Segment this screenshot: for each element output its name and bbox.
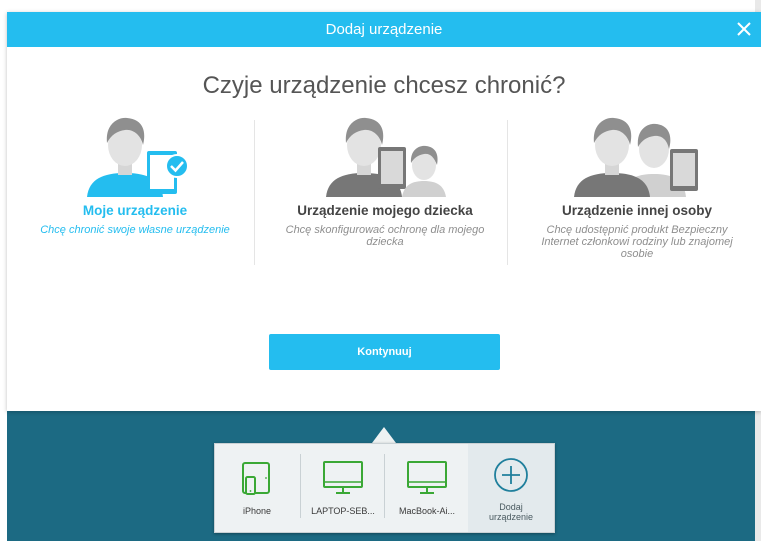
- my-device-illustration: [87, 117, 189, 197]
- option-other-person-device[interactable]: Urządzenie innej osoby Chcę udostępnić p…: [522, 117, 752, 260]
- option-divider: [254, 120, 255, 265]
- tablet-phone-icon: [242, 462, 270, 495]
- add-device-dialog: Dodaj urządzenie Czyje urządzenie chcesz…: [7, 12, 761, 411]
- child-device-illustration: [326, 117, 446, 197]
- option-title: Moje urządzenie: [82, 203, 188, 218]
- monitor-icon: [323, 461, 363, 494]
- close-icon[interactable]: [735, 20, 753, 38]
- device-label: LAPTOP-SEB...: [311, 506, 375, 516]
- option-description: Chcę chronić swoje własne urządzenie: [40, 224, 230, 236]
- monitor-icon: [407, 461, 447, 494]
- add-device-label-line2: urządzenie: [488, 512, 534, 522]
- add-device-label-line1: Dodaj: [499, 502, 523, 512]
- option-child-device[interactable]: Urządzenie mojego dziecka Chcę skonfigur…: [270, 117, 500, 248]
- option-divider: [507, 120, 508, 265]
- device-label: MacBook-Ai...: [398, 506, 456, 516]
- dialog-headline: Czyje urządzenie chcesz chronić?: [202, 72, 566, 99]
- device-tile-laptop[interactable]: LAPTOP-SEB...: [301, 444, 385, 532]
- dialog-header: Dodaj urządzenie: [7, 12, 761, 47]
- device-tile-iphone[interactable]: iPhone: [215, 444, 299, 532]
- option-title: Urządzenie mojego dziecka: [297, 203, 473, 218]
- plus-circle-icon: [494, 458, 528, 492]
- option-description: Chcę udostępnić produkt Bezpieczny Inter…: [541, 224, 733, 260]
- device-label: iPhone: [242, 506, 272, 516]
- device-dock: iPhone LAPTOP-SEB... MacBook-Ai... Dodaj…: [214, 443, 555, 533]
- add-device-label: Dodaj urządzenie: [468, 502, 554, 522]
- option-description: Chcę skonfigurować ochronę dla mojego dz…: [285, 224, 485, 248]
- option-my-device[interactable]: Moje urządzenie Chcę chronić swoje własn…: [20, 117, 250, 236]
- add-device-tile[interactable]: Dodaj urządzenie: [468, 444, 554, 532]
- continue-button[interactable]: Kontynuuj: [269, 334, 500, 370]
- option-title: Urządzenie innej osoby: [561, 203, 713, 218]
- device-tile-macbook[interactable]: MacBook-Ai...: [385, 444, 469, 532]
- dock-pointer: [372, 427, 396, 443]
- dialog-title: Dodaj urządzenie: [325, 21, 443, 38]
- other-person-illustration: [574, 117, 698, 197]
